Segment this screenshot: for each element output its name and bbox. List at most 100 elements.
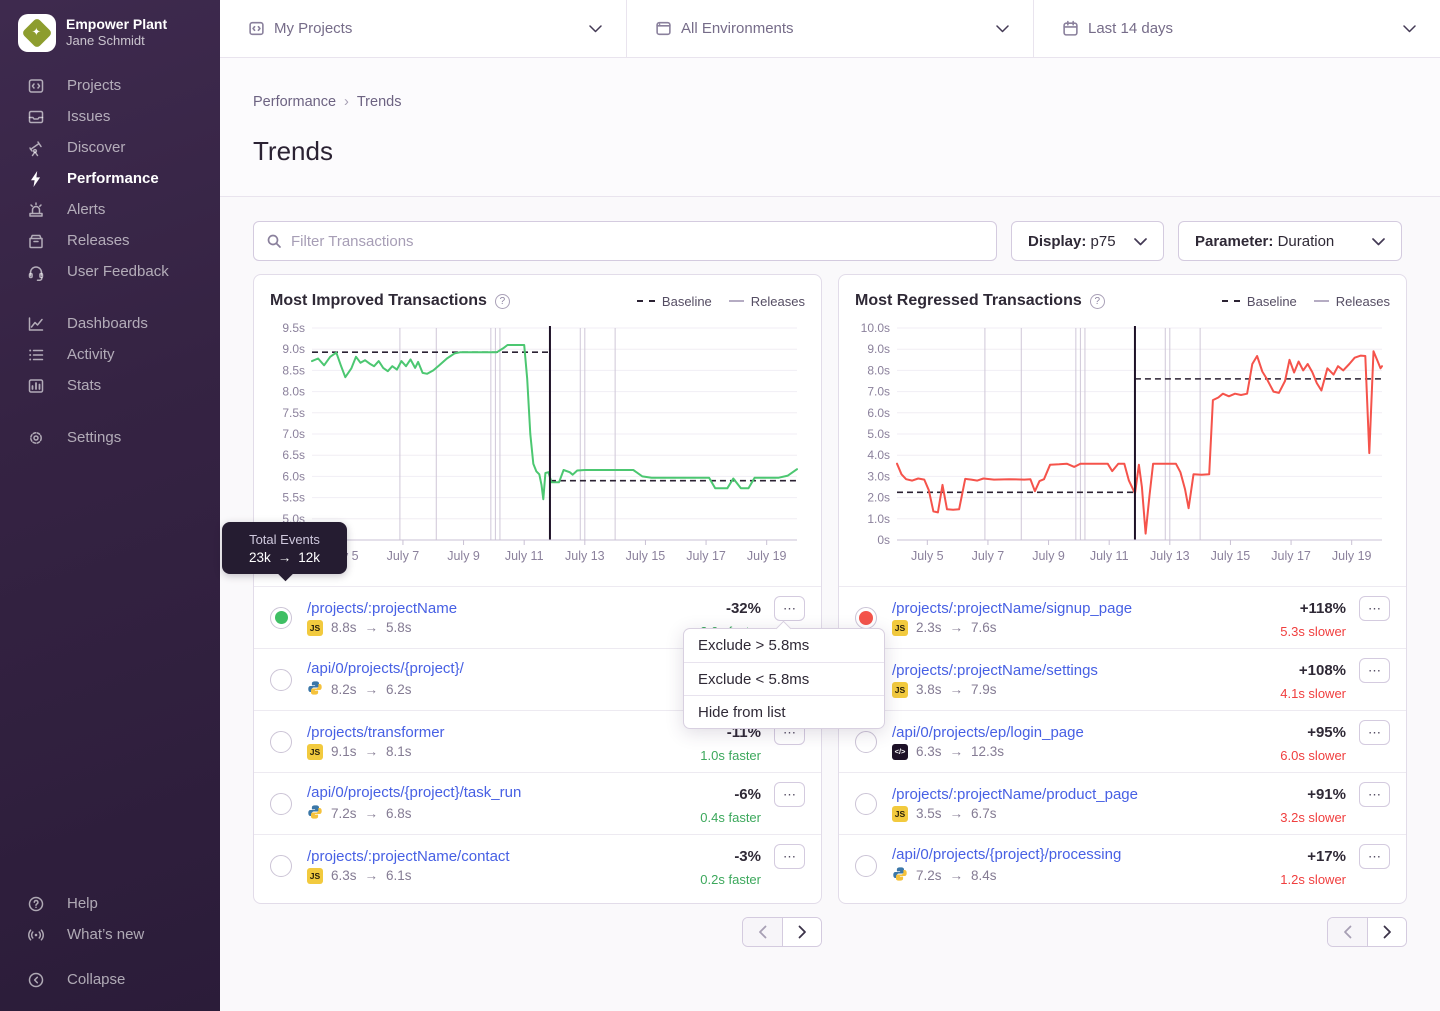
transaction-link[interactable]: /api/0/projects/{project}/ [307,660,464,677]
more-actions-button[interactable]: ⋯ [1359,658,1390,683]
filter-row: Display: p75 Parameter: Duration [253,221,1402,261]
transaction-link[interactable]: /api/0/projects/{project}/processing [892,846,1121,863]
more-actions-button[interactable]: ⋯ [1359,782,1390,807]
regressed-chart[interactable]: 10.0s9.0s8.0s7.0s6.0s5.0s4.0s3.0s2.0s1.0… [855,320,1390,570]
date-range-label: Last 14 days [1088,20,1173,37]
more-actions-button[interactable]: ⋯ [774,844,805,869]
sidebar-item-dashboards[interactable]: Dashboards [0,308,220,339]
svg-text:July 15: July 15 [1211,549,1251,563]
delta-label: 3.2s slower [1280,810,1346,825]
releases-swatch [729,300,744,302]
breadcrumb-performance[interactable]: Performance [253,94,336,110]
sidebar-item-collapse[interactable]: Collapse [0,964,220,995]
next-page-button[interactable] [1367,918,1406,946]
tooltip-title: Total Events [230,532,339,547]
display-value: p75 [1091,233,1116,250]
transaction-link[interactable]: /projects/:projectName/signup_page [892,600,1132,617]
svg-text:0s: 0s [877,533,890,547]
svg-text:6.5s: 6.5s [282,448,305,462]
main-content: Performance › Trends Trends Display: p75… [220,58,1440,1011]
transaction-link[interactable]: /projects/:projectName [307,600,457,617]
chevron-down-icon [1403,20,1416,37]
prev-page-button[interactable] [1328,918,1367,946]
svg-text:July 11: July 11 [1090,549,1129,563]
project-filter[interactable]: My Projects [220,0,626,57]
menu-item-hide[interactable]: Hide from list [684,695,884,728]
question-icon[interactable]: ? [1090,294,1105,309]
org-logo-icon: ✦ [21,17,52,48]
row-radio[interactable] [270,731,292,753]
activity-icon [26,345,45,364]
row-radio[interactable] [855,855,877,877]
sidebar-item-activity[interactable]: Activity [0,339,220,370]
sidebar-item-performance[interactable]: Performance [0,163,220,194]
issues-icon [26,107,45,126]
sidebar-item-projects[interactable]: Projects [0,70,220,101]
pct-change: -3% [734,848,761,865]
sidebar-item-issues[interactable]: Issues [0,101,220,132]
svg-text:8.0s: 8.0s [867,363,890,377]
org-switcher[interactable]: ✦ Empower Plant Jane Schmidt [0,0,220,70]
row-radio[interactable] [270,607,292,629]
javascript-icon: JS [307,868,323,884]
transaction-link[interactable]: /projects/:projectName/contact [307,848,510,865]
regressed-rows: /projects/:projectName/signup_page JS2.3… [839,586,1406,896]
sidebar-item-user-feedback[interactable]: User Feedback [0,256,220,287]
regressed-panel-title: Most Regressed Transactions [855,292,1082,310]
broadcast-icon [26,925,45,944]
svg-text:8.0s: 8.0s [282,385,305,399]
transaction-link[interactable]: /projects/transformer [307,724,445,741]
svg-text:10.0s: 10.0s [861,321,890,335]
sidebar-item-help[interactable]: Help [0,888,220,919]
svg-text:6.0s: 6.0s [282,469,305,483]
more-actions-button[interactable]: ⋯ [1359,844,1390,869]
chevron-down-icon [996,20,1009,37]
row-radio[interactable] [270,793,292,815]
pct-change: -32% [726,600,761,617]
svg-text:5.5s: 5.5s [282,491,305,505]
question-icon[interactable]: ? [495,294,510,309]
sidebar-item-releases[interactable]: Releases [0,225,220,256]
more-actions-button[interactable]: ⋯ [1359,596,1390,621]
row-radio[interactable] [270,855,292,877]
sidebar-item-alerts[interactable]: Alerts [0,194,220,225]
row-radio[interactable] [855,793,877,815]
total-events-tooltip: Total Events 23k → 12k [222,522,347,574]
row-radio[interactable] [855,731,877,753]
svg-text:9.5s: 9.5s [282,321,305,335]
sidebar-item-discover[interactable]: Discover [0,132,220,163]
sidebar-item-whats-new[interactable]: What’s new [0,919,220,950]
selected-dot [275,611,288,624]
search-input[interactable] [291,233,984,250]
svg-text:July 9: July 9 [447,549,480,563]
global-filter-bar: My Projects All Environments Last 14 day… [220,0,1440,58]
parameter-select[interactable]: Parameter: Duration [1178,221,1402,261]
svg-text:July 15: July 15 [626,549,666,563]
more-actions-button[interactable]: ⋯ [1359,720,1390,745]
menu-item-exclude-lt[interactable]: Exclude < 5.8ms [684,662,884,695]
sidebar-item-stats[interactable]: Stats [0,370,220,401]
breadcrumb: Performance › Trends [253,94,1402,110]
org-name: Empower Plant [66,16,167,34]
environment-filter[interactable]: All Environments [626,0,1033,57]
project-filter-icon [248,20,265,37]
date-range-filter[interactable]: Last 14 days [1033,0,1440,57]
performance-icon [26,169,45,188]
improved-chart[interactable]: 9.5s9.0s8.5s8.0s7.5s7.0s6.5s6.0s5.5s5.0s… [270,320,805,570]
more-actions-button[interactable]: ⋯ [774,596,805,621]
display-select[interactable]: Display: p75 [1011,221,1164,261]
transaction-link[interactable]: /projects/:projectName/product_page [892,786,1138,803]
pct-change: -6% [734,786,761,803]
transaction-link[interactable]: /api/0/projects/{project}/task_run [307,784,521,801]
more-actions-button[interactable]: ⋯ [774,782,805,807]
next-page-button[interactable] [782,918,821,946]
svg-text:July 9: July 9 [1032,549,1065,563]
javascript-icon: JS [892,620,908,636]
transaction-link[interactable]: /projects/:projectName/settings [892,662,1098,679]
prev-page-button[interactable] [743,918,782,946]
transaction-link[interactable]: /api/0/projects/ep/login_page [892,724,1084,741]
sidebar-item-settings[interactable]: Settings [0,422,220,453]
svg-text:6.0s: 6.0s [867,406,890,420]
row-radio[interactable] [270,669,292,691]
row-radio[interactable] [855,607,877,629]
